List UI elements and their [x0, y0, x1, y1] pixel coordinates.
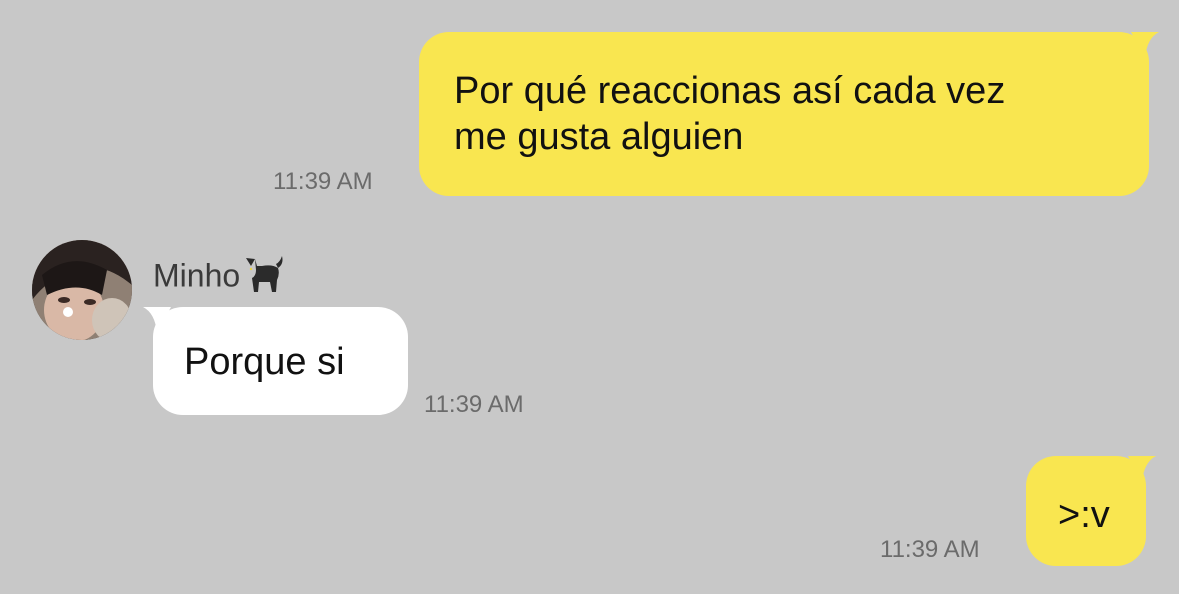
chat-thread: Por qué reaccionas así cada vez me gusta… [0, 0, 1179, 594]
outgoing-message-bubble[interactable]: >:v [1026, 456, 1156, 566]
message-text: >:v [1058, 494, 1110, 536]
bubble-tail-icon [1128, 456, 1156, 482]
sender-name: Minho [153, 254, 286, 302]
sender-name-text: Minho [153, 257, 241, 294]
message-timestamp: 11:39 AM [880, 536, 980, 563]
message-text: Porque si [184, 341, 345, 383]
message-text-line: me gusta alguien [454, 116, 744, 158]
outgoing-message-bubble[interactable]: Por qué reaccionas así cada vez me gusta… [419, 32, 1159, 196]
bubble-tail-icon [1131, 32, 1159, 58]
message-timestamp: 11:39 AM [273, 168, 373, 195]
incoming-message-bubble[interactable]: Porque si [143, 307, 408, 415]
message-timestamp: 11:39 AM [424, 391, 524, 418]
black-cat-emoji-icon [242, 254, 286, 302]
message-text-line: Por qué reaccionas así cada vez [454, 70, 1006, 112]
bubble-tail-icon [143, 307, 171, 333]
avatar-photo-icon [32, 240, 132, 340]
avatar[interactable] [32, 240, 132, 340]
